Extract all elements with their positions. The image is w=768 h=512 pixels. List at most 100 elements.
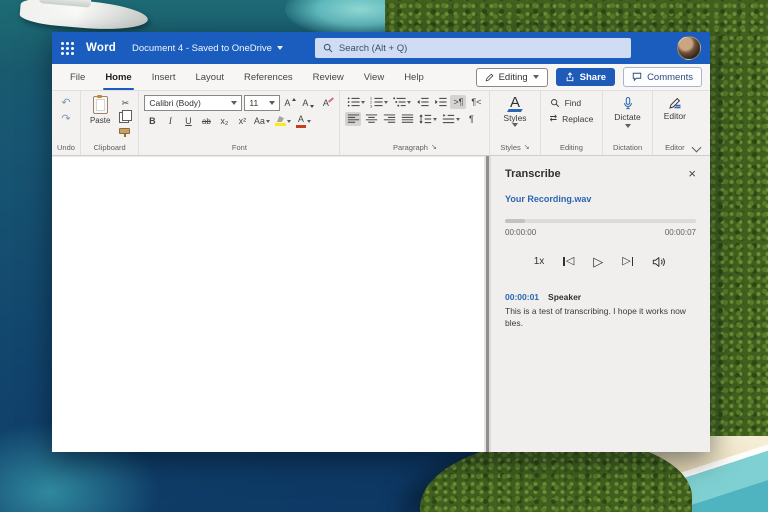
- paragraph-label-text: Paragraph: [393, 143, 428, 152]
- cut-button[interactable]: ✂: [117, 96, 133, 110]
- increase-indent-icon: [434, 96, 447, 108]
- audio-progress-bar[interactable]: [505, 219, 696, 223]
- transcript-timestamp[interactable]: 00:00:01: [505, 292, 539, 302]
- editing-mode-label: Editing: [499, 72, 528, 83]
- multilevel-list-button[interactable]: [391, 95, 412, 109]
- replace-icon: ⇄: [550, 113, 558, 124]
- align-center-icon: [365, 113, 378, 125]
- highlight-color-button[interactable]: [273, 114, 292, 128]
- justify-button[interactable]: [399, 112, 415, 126]
- volume-icon[interactable]: [652, 256, 667, 268]
- show-paragraph-marks-button[interactable]: ¶: [463, 112, 479, 126]
- dialog-launcher-icon[interactable]: ↘: [431, 144, 437, 151]
- user-avatar[interactable]: [677, 36, 701, 60]
- transcript-entry[interactable]: 00:00:01 Speaker This is a test of trans…: [505, 292, 696, 330]
- tab-view[interactable]: View: [354, 64, 394, 90]
- editor-pencil-icon: [668, 96, 682, 110]
- replace-button[interactable]: ⇄ Replace: [550, 113, 594, 124]
- find-button[interactable]: Find: [550, 98, 582, 108]
- word-window: Word Document 4 - Saved to OneDrive Sear…: [52, 32, 710, 452]
- tab-review[interactable]: Review: [303, 64, 354, 90]
- align-center-button[interactable]: [363, 112, 379, 126]
- align-left-button[interactable]: [345, 112, 361, 126]
- pencil-icon: [485, 73, 494, 82]
- comment-icon: [632, 72, 642, 82]
- italic-button[interactable]: I: [162, 114, 178, 128]
- grow-font-button[interactable]: A: [282, 96, 298, 110]
- skip-back-icon[interactable]: ◁: [563, 256, 574, 267]
- line-spacing-button[interactable]: [417, 112, 438, 126]
- app-name: Word: [86, 42, 116, 54]
- document-canvas[interactable]: [52, 156, 484, 452]
- clear-formatting-button[interactable]: A: [318, 96, 334, 110]
- tab-layout[interactable]: Layout: [185, 64, 234, 90]
- special-indent-button[interactable]: [440, 112, 461, 126]
- app-launcher-icon[interactable]: [61, 42, 74, 55]
- font-color-button[interactable]: A: [294, 114, 312, 128]
- styles-icon: A: [510, 95, 520, 112]
- app-header: Word Document 4 - Saved to OneDrive Sear…: [52, 32, 710, 64]
- superscript-button[interactable]: x²: [234, 114, 250, 128]
- undo-button[interactable]: ↶: [58, 95, 74, 109]
- bullet-list-icon: [347, 96, 360, 108]
- dictate-button[interactable]: Dictate: [608, 95, 646, 129]
- editor-label: Editor: [664, 111, 686, 121]
- line-spacing-icon: [419, 113, 432, 125]
- play-icon[interactable]: ▷: [593, 255, 603, 268]
- search-input[interactable]: Search (Alt + Q): [315, 38, 631, 58]
- bold-button[interactable]: B: [144, 114, 160, 128]
- underline-button[interactable]: U: [180, 114, 196, 128]
- change-case-glyph: Aa: [254, 116, 265, 126]
- change-case-button[interactable]: Aa: [252, 114, 271, 128]
- numbered-list-button[interactable]: 123: [368, 95, 389, 109]
- font-size-value: 11: [249, 98, 258, 108]
- chevron-down-icon: [277, 46, 283, 50]
- transcript-speaker: Speaker: [548, 292, 581, 302]
- ribbon-group-styles: A Styles Styles ↘: [490, 91, 540, 155]
- document-title[interactable]: Document 4 - Saved to OneDrive: [132, 43, 283, 54]
- dialog-launcher-icon[interactable]: ↘: [524, 144, 530, 151]
- content-area: Transcribe × Your Recording.wav 00:00:00…: [52, 156, 710, 452]
- justify-icon: [401, 113, 414, 125]
- tab-insert[interactable]: Insert: [142, 64, 186, 90]
- skip-forward-icon[interactable]: ▷: [622, 256, 633, 267]
- editing-mode-button[interactable]: Editing: [476, 68, 548, 87]
- copy-icon[interactable]: [119, 112, 129, 123]
- chevron-down-icon: [266, 120, 270, 123]
- paste-label: Paste: [90, 116, 110, 125]
- tab-home[interactable]: Home: [95, 64, 141, 90]
- multilevel-list-icon: [393, 96, 406, 108]
- chevron-down-icon: [287, 120, 291, 123]
- bullet-list-button[interactable]: [345, 95, 366, 109]
- font-name-select[interactable]: Calibri (Body): [144, 95, 242, 111]
- editor-button[interactable]: Editor: [658, 95, 692, 122]
- rtl-paragraph-button[interactable]: ¶<: [468, 95, 484, 109]
- tab-help[interactable]: Help: [394, 64, 434, 90]
- playback-speed-button[interactable]: 1x: [534, 256, 545, 267]
- strikethrough-button[interactable]: ab: [198, 114, 214, 128]
- font-size-select[interactable]: 11: [244, 95, 280, 111]
- align-left-icon: [347, 113, 360, 125]
- share-button[interactable]: Share: [556, 68, 615, 86]
- chevron-down-icon: [433, 118, 437, 121]
- format-painter-icon[interactable]: [119, 128, 130, 134]
- comments-button[interactable]: Comments: [623, 67, 702, 87]
- group-label-clipboard: Clipboard: [86, 141, 133, 155]
- tab-references[interactable]: References: [234, 64, 303, 90]
- close-icon[interactable]: ×: [688, 167, 696, 180]
- redo-button[interactable]: ↷: [58, 111, 74, 125]
- find-label: Find: [565, 98, 582, 108]
- ribbon-group-editor: Editor Editor: [653, 91, 697, 155]
- align-right-icon: [383, 113, 396, 125]
- shrink-font-button[interactable]: A: [300, 96, 316, 110]
- increase-indent-button[interactable]: [432, 95, 448, 109]
- align-right-button[interactable]: [381, 112, 397, 126]
- styles-button[interactable]: A Styles: [495, 95, 534, 127]
- paste-button[interactable]: Paste: [86, 95, 114, 126]
- subscript-button[interactable]: x₂: [216, 114, 232, 128]
- decrease-indent-button[interactable]: [414, 95, 430, 109]
- ltr-paragraph-button[interactable]: >¶: [450, 95, 466, 109]
- recording-file-link[interactable]: Your Recording.wav: [505, 194, 696, 204]
- panel-scrollbar[interactable]: [484, 156, 491, 452]
- tab-file[interactable]: File: [60, 64, 95, 90]
